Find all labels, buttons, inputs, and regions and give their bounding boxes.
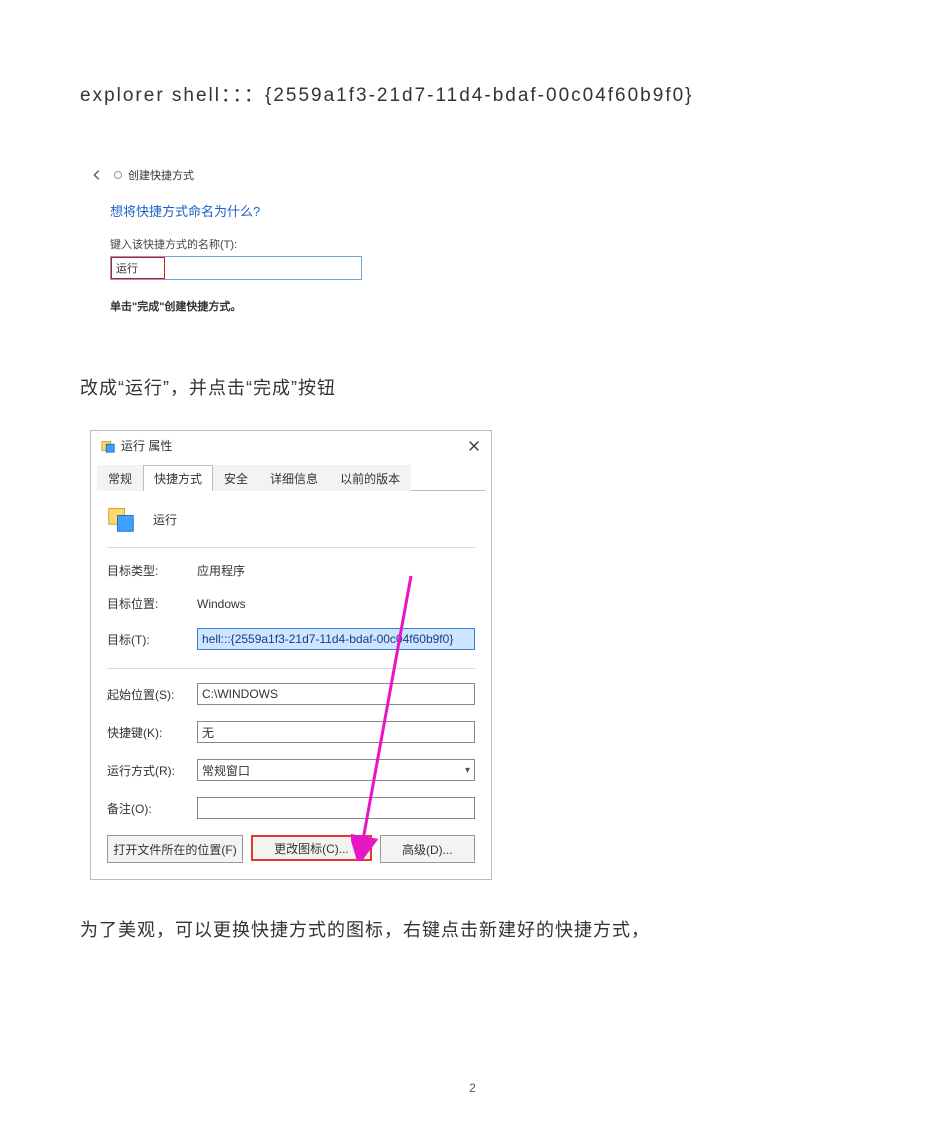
separator	[107, 668, 475, 669]
target-location-value: Windows	[197, 597, 475, 611]
shortcut-large-icon	[107, 505, 135, 533]
runmode-value: 常规窗口	[202, 762, 250, 779]
instruction-paragraph-1: 改成“运行”，并点击“完成”按钮	[80, 374, 865, 400]
tab-previous-versions[interactable]: 以前的版本	[329, 465, 411, 491]
run-properties-dialog: 运行 属性 常规 快捷方式 安全 详细信息 以前的版本 运行 目标类型: 应用程…	[90, 430, 492, 880]
finish-hint-text: 单击"完成"创建快捷方式。	[110, 298, 410, 314]
properties-window-title: 运行 属性	[121, 437, 172, 454]
shortcut-name-input[interactable]: 运行	[110, 256, 362, 280]
dialog-heading: 想将快捷方式命名为什么?	[110, 201, 410, 220]
hotkey-input[interactable]: 无	[197, 721, 475, 743]
tab-details[interactable]: 详细信息	[259, 465, 329, 491]
target-input[interactable]: hell:::{2559a1f3-21d7-11d4-bdaf-00c04f60…	[197, 628, 475, 650]
name-field-label: 键入该快捷方式的名称(T):	[110, 236, 410, 252]
shortcut-name-value-highlight: 运行	[111, 257, 165, 279]
target-label: 目标(T):	[107, 631, 197, 648]
comment-label: 备注(O):	[107, 800, 197, 817]
target-location-label: 目标位置:	[107, 595, 197, 612]
tab-shortcut[interactable]: 快捷方式	[143, 465, 213, 491]
startin-label: 起始位置(S):	[107, 686, 197, 703]
page-number: 2	[0, 1081, 945, 1095]
chevron-down-icon: ▾	[465, 765, 470, 776]
comment-input[interactable]	[197, 797, 475, 819]
close-icon[interactable]	[467, 439, 481, 453]
startin-input[interactable]: C:\WINDOWS	[197, 683, 475, 705]
runmode-label: 运行方式(R):	[107, 762, 197, 779]
tab-general[interactable]: 常规	[97, 465, 143, 491]
create-shortcut-dialog: 创建快捷方式 想将快捷方式命名为什么? 键入该快捷方式的名称(T): 运行 单击…	[90, 167, 410, 314]
hotkey-label: 快捷键(K):	[107, 724, 197, 741]
command-line-text: explorer shell：：：{2559a1f3-21d7-11d4-bda…	[80, 80, 865, 107]
shortcut-name-label: 运行	[153, 511, 177, 528]
runmode-select[interactable]: 常规窗口 ▾	[197, 759, 475, 781]
target-type-value: 应用程序	[197, 562, 475, 579]
tab-security[interactable]: 安全	[213, 465, 259, 491]
bullet-icon	[114, 171, 122, 179]
dialog-breadcrumb: 创建快捷方式	[128, 167, 194, 183]
change-icon-button[interactable]: 更改图标(C)...	[251, 835, 372, 861]
advanced-button[interactable]: 高级(D)...	[380, 835, 475, 863]
open-file-location-button[interactable]: 打开文件所在的位置(F)	[107, 835, 243, 863]
back-arrow-icon[interactable]	[90, 168, 104, 182]
target-type-label: 目标类型:	[107, 562, 197, 579]
properties-tabs: 常规 快捷方式 安全 详细信息 以前的版本	[97, 464, 485, 491]
instruction-paragraph-2: 为了美观，可以更换快捷方式的图标，右键点击新建好的快捷方式，	[80, 916, 865, 942]
run-small-icon	[101, 439, 115, 453]
